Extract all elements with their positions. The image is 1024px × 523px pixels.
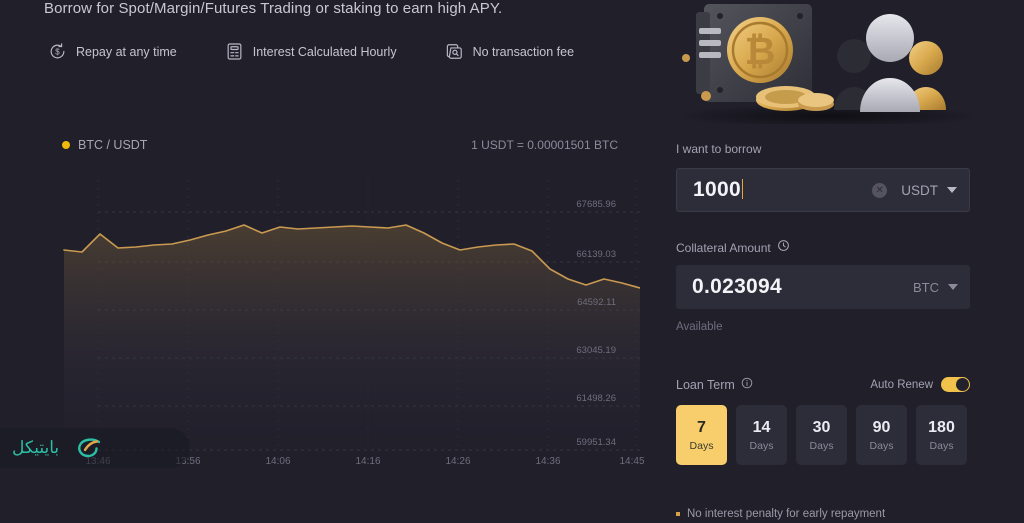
loan-term-unit: Days <box>930 440 954 452</box>
borrow-amount-input[interactable]: 1000 ✕ USDT <box>676 168 970 212</box>
feature-list: $ Repay at any time Interest Ca <box>48 42 574 61</box>
feature-interest-hourly: Interest Calculated Hourly <box>225 42 397 61</box>
calculator-icon <box>225 42 244 61</box>
feature-label: No transaction fee <box>473 45 574 59</box>
collateral-amount-input[interactable]: 0.023094 BTC <box>676 265 970 309</box>
loan-term-option-14[interactable]: 14 Days <box>736 405 787 465</box>
loan-term-days: 7 <box>697 419 706 437</box>
note-text: No interest penalty for early repayment <box>687 508 885 520</box>
watermark-logo-icon <box>69 433 109 463</box>
chart-plot-area <box>40 162 640 452</box>
svg-text:$: $ <box>55 48 60 57</box>
loan-term-days: 14 <box>753 419 771 437</box>
loan-term-option-30[interactable]: 30 Days <box>796 405 847 465</box>
loan-term-option-7[interactable]: 7 Days <box>676 405 727 465</box>
loan-term-options: 7 Days 14 Days 30 Days 90 Days 180 Days <box>676 405 967 465</box>
auto-renew-group: Auto Renew <box>870 377 970 392</box>
loan-term-unit: Days <box>750 440 774 452</box>
borrow-currency-label[interactable]: USDT <box>901 183 938 198</box>
loan-term-unit: Days <box>810 440 834 452</box>
collateral-amount-value: 0.023094 <box>692 275 913 299</box>
loan-term-days: 180 <box>928 419 955 437</box>
chevron-down-icon[interactable] <box>948 284 958 290</box>
collateral-amount-label: Collateral Amount <box>676 241 771 255</box>
loan-term-days: 90 <box>873 419 891 437</box>
x-tick-label: 14:36 <box>535 456 560 467</box>
borrow-amount-label: I want to borrow <box>676 142 761 156</box>
collateral-currency-label[interactable]: BTC <box>913 280 939 295</box>
feature-no-transaction-fee: No transaction fee <box>445 42 574 61</box>
x-tick-label: 14:16 <box>355 456 380 467</box>
text-caret <box>742 179 743 199</box>
loan-term-label-group: Loan Term <box>676 377 753 392</box>
loan-term-row: Loan Term Auto Renew <box>676 377 970 392</box>
auto-renew-toggle[interactable] <box>941 377 970 392</box>
feature-repay-any-time: $ Repay at any time <box>48 42 177 61</box>
svg-text:₿: ₿ <box>745 31 776 73</box>
loan-term-unit: Days <box>870 440 894 452</box>
toggle-knob <box>956 378 969 391</box>
available-label: Available <box>676 321 722 333</box>
loan-page: Borrow for Spot/Margin/Futures Trading o… <box>0 0 1024 523</box>
loan-term-days: 30 <box>813 419 831 437</box>
collateral-amount-label-group: Collateral Amount <box>676 239 790 257</box>
borrow-amount-value[interactable]: 1000 <box>693 178 872 202</box>
coin-stack-illustration <box>756 86 834 111</box>
loan-term-option-90[interactable]: 90 Days <box>856 405 907 465</box>
clear-icon[interactable]: ✕ <box>872 183 887 198</box>
loan-term-label: Loan Term <box>676 378 735 392</box>
watermark-text: بايتيكل <box>12 438 59 458</box>
bullet-icon <box>676 512 680 516</box>
exchange-rate: 1 USDT = 0.00001501 BTC <box>471 138 618 152</box>
chart-legend: BTC / USDT <box>62 138 147 152</box>
legend-dot-icon <box>62 141 70 149</box>
feature-label: Repay at any time <box>76 45 177 59</box>
hero-illustration: ₿ <box>668 0 988 124</box>
x-tick-label: 14:45 <box>619 456 644 467</box>
feature-label: Interest Calculated Hourly <box>253 45 397 59</box>
x-tick-label: 14:26 <box>445 456 470 467</box>
repay-dollar-icon: $ <box>48 42 67 61</box>
info-icon[interactable] <box>741 377 753 392</box>
loan-term-unit: Days <box>690 440 714 452</box>
watermark: بايتيكل <box>0 428 190 468</box>
chevron-down-icon[interactable] <box>947 187 957 193</box>
page-headline: Borrow for Spot/Margin/Futures Trading o… <box>44 0 502 17</box>
chart-header: BTC / USDT 1 USDT = 0.00001501 BTC <box>40 130 640 160</box>
x-tick-label: 14:06 <box>265 456 290 467</box>
loan-term-option-180[interactable]: 180 Days <box>916 405 967 465</box>
borrow-form-panel: ₿ <box>668 0 1024 523</box>
legend-label: BTC / USDT <box>78 138 147 152</box>
auto-renew-label: Auto Renew <box>870 379 933 391</box>
refresh-icon[interactable] <box>777 239 790 257</box>
left-column: Borrow for Spot/Margin/Futures Trading o… <box>0 0 668 523</box>
early-repayment-note: No interest penalty for early repayment <box>676 508 885 520</box>
people-illustration <box>834 14 946 112</box>
no-fee-receipt-icon <box>445 42 464 61</box>
